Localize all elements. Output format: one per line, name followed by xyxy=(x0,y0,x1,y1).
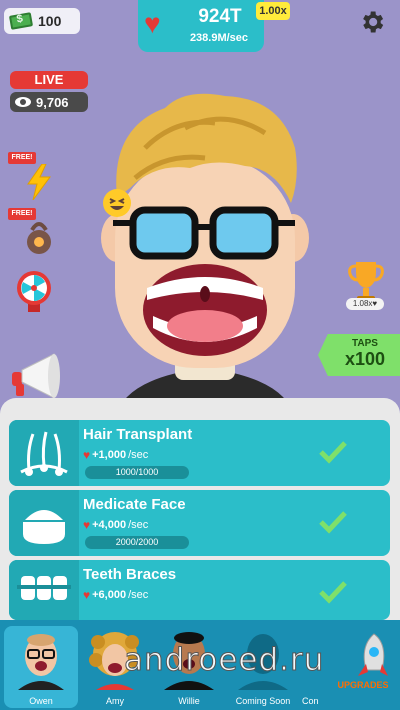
free-label: FREE! xyxy=(8,152,36,164)
heart-icon: ♥ xyxy=(83,588,91,602)
character-name: Willie xyxy=(178,696,200,706)
heart-icon: ♥ xyxy=(83,448,91,462)
upgrade-thumb xyxy=(9,560,79,620)
upgrades-button-label[interactable]: UPGRADES xyxy=(328,680,398,694)
upgrade-name: Medicate Face xyxy=(83,496,186,513)
heart-icon: ♥ xyxy=(83,518,91,532)
cash-counter: 100 xyxy=(4,8,80,34)
viewer-count-value: 9,706 xyxy=(36,94,69,110)
live-badge: LIVE xyxy=(10,71,88,89)
taps-label: TAPS xyxy=(352,338,378,349)
lightning-icon[interactable] xyxy=(24,164,54,200)
upgrade-name: Teeth Braces xyxy=(83,566,177,583)
check-icon xyxy=(319,511,347,534)
megaphone-icon[interactable] xyxy=(10,352,68,400)
cream-jar-icon xyxy=(23,510,65,544)
watermark: androeed.ru xyxy=(123,642,325,679)
hearts-panel: ♥ 924T 238.9M/sec xyxy=(138,0,264,52)
cash-icon xyxy=(8,12,34,30)
cash-value: 100 xyxy=(38,13,62,29)
streamer-character[interactable] xyxy=(95,88,315,418)
top-bar: 100 ♥ 924T 238.9M/sec 1.00x xyxy=(0,0,400,52)
viewer-count: 9,706 xyxy=(10,92,88,112)
owen-avatar xyxy=(18,634,64,690)
upgrade-progress: 1000/1000 xyxy=(85,466,189,479)
kettlebell-icon[interactable] xyxy=(22,220,56,256)
upgrade-rate: ♥ +1,000 /sec xyxy=(83,448,149,462)
character-name: Coming Soon xyxy=(235,696,291,706)
check-icon xyxy=(319,581,347,604)
multiplier-badge[interactable]: 1.00x xyxy=(256,2,290,20)
free-label: FREE! xyxy=(8,208,36,220)
upgrade-rate: ♥ +4,000 /sec xyxy=(83,518,149,532)
hair-follicle-icon xyxy=(20,431,68,476)
character-tab-owen[interactable]: Owen xyxy=(4,626,78,708)
upgrade-card[interactable]: Medicate Face ♥ +4,000 /sec 2000/2000 xyxy=(9,490,390,556)
gear-icon[interactable] xyxy=(358,8,386,36)
character-name: Amy xyxy=(106,696,124,706)
upgrade-thumb xyxy=(9,490,79,556)
character-name: Owen xyxy=(29,696,53,706)
total-hearts: 924T xyxy=(198,6,242,27)
heart-icon: ♥ xyxy=(144,8,161,39)
upgrade-name: Hair Transplant xyxy=(83,426,193,443)
hearts-per-sec: 238.9M/sec xyxy=(189,32,249,44)
eye-icon xyxy=(15,97,31,107)
braces-icon xyxy=(17,576,71,600)
upgrade-card[interactable]: Teeth Braces ♥ +6,000 /sec xyxy=(9,560,390,620)
taps-value: x100 xyxy=(344,349,386,369)
upgrade-progress: 2000/2000 xyxy=(85,536,189,549)
upgrade-card[interactable]: Hair Transplant ♥ +1,000 /sec 1000/1000 xyxy=(9,420,390,486)
emoji-icon xyxy=(103,189,131,217)
upgrade-thumb xyxy=(9,420,79,486)
prize-wheel-icon[interactable] xyxy=(14,268,54,314)
taps-boost[interactable]: TAPS x100 xyxy=(318,334,400,376)
check-icon xyxy=(319,441,347,464)
upgrade-rate: ♥ +6,000 /sec xyxy=(83,588,149,602)
trophy-multiplier: 1.08x♥ xyxy=(346,298,384,310)
